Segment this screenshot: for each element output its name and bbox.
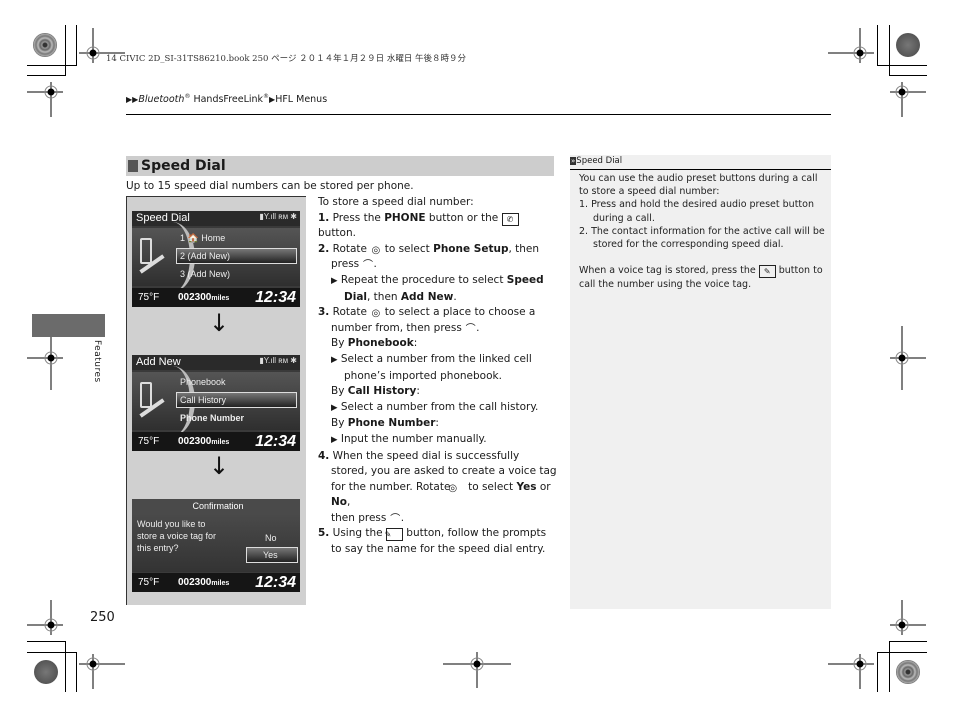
section-intro: Up to 15 speed dial numbers can be store…	[126, 180, 414, 192]
screen-speed-dial: Speed Dial ▮Y.ıll ʀᴍ ✱ 1 🏠 Home 2 (Add N…	[132, 211, 300, 307]
option-no[interactable]: No	[265, 533, 277, 543]
figure-panel: Speed Dial ▮Y.ıll ʀᴍ ✱ 1 🏠 Home 2 (Add N…	[126, 196, 306, 605]
note-paragraph: You can use the audio preset buttons dur…	[579, 173, 818, 198]
speed-dial-row[interactable]: 1 🏠 Home	[180, 233, 225, 244]
by-phone-number: By Phone Number:	[331, 417, 439, 430]
odometer: 002300miles	[178, 436, 230, 447]
menu-item-call-history[interactable]: Call History	[180, 395, 226, 405]
speed-dial-row[interactable]: 3 (Add New)	[180, 269, 230, 279]
talk-button-icon: ✎	[758, 265, 776, 279]
note-title: »Speed Dial	[570, 156, 623, 166]
interface-dial-icon: ◎	[371, 308, 381, 320]
screen-title: Confirmation	[132, 499, 300, 514]
note-list-item: 1. Press and hold the desired audio pres…	[579, 199, 814, 224]
step-2-sub: ▶ Repeat the procedure to select Speed D…	[331, 273, 544, 303]
down-arrow-icon: ↓	[209, 452, 230, 480]
clock: 12:34	[255, 433, 296, 450]
cell-phone-icon	[140, 382, 152, 408]
screen-footer: 75°F 002300miles 12:34	[132, 573, 300, 592]
temperature: 75°F	[138, 577, 160, 588]
note-list-item: 2. The contact information for the activ…	[579, 225, 825, 251]
step-3: 3. Rotate ◎ to select a place to choose …	[318, 306, 536, 320]
note-body: You can use the audio preset buttons dur…	[579, 172, 827, 291]
breadcrumb-bluetooth[interactable]: Bluetooth	[138, 94, 184, 105]
confirmation-question: Would you like to store a voice tag for …	[137, 519, 217, 553]
step-2: 2. Rotate ◎ to select Phone Setup, then	[318, 242, 540, 256]
menu-item-phone-number[interactable]: Phone Number	[180, 413, 244, 423]
breadcrumb-handsfreelink[interactable]: HandsFreeLink	[190, 94, 263, 105]
breadcrumb-arrow-icon: ▶▶	[126, 95, 139, 105]
screen-footer: 75°F 002300miles 12:34	[132, 288, 300, 307]
press-dial-icon: ⌒	[363, 260, 373, 272]
by-phonebook: By Phonebook:	[331, 337, 418, 350]
steps-lead: To store a speed dial number:	[318, 196, 474, 208]
down-arrow-icon: ↓	[209, 309, 230, 337]
press-dial-icon: ⌒	[390, 513, 401, 525]
talk-button-icon: ✎	[385, 528, 403, 542]
side-tab-label: Features	[92, 340, 102, 383]
temperature: 75°F	[138, 292, 160, 303]
option-yes[interactable]: Yes	[263, 550, 278, 560]
page-number: 250	[90, 610, 115, 625]
press-dial-icon: ⌒	[465, 323, 476, 335]
interface-dial-icon: ◎	[448, 482, 458, 494]
section-square-icon	[128, 160, 138, 172]
step-5: 5. Using the ✎ button, follow the prompt…	[318, 527, 547, 556]
screen-add-new: Add New ▮Y.ıll ʀᴍ ✱ Phonebook Call Histo…	[132, 355, 300, 451]
status-icons: ▮Y.ıll ʀᴍ ✱	[259, 356, 297, 365]
speed-dial-row[interactable]: 2 (Add New)	[180, 251, 230, 261]
section-title: Speed Dial	[141, 158, 226, 174]
interface-dial-icon: ◎	[371, 244, 381, 256]
clock: 12:34	[255, 289, 296, 306]
step-4: 4. When the speed dial is successfully s…	[318, 449, 557, 509]
status-icons: ▮Y.ıll ʀᴍ ✱	[259, 212, 297, 221]
phone-button-icon: ✆	[501, 212, 519, 226]
procedure-steps: To store a speed dial number: 1. Press t…	[318, 195, 558, 558]
header-rule	[126, 114, 831, 115]
step-1: 1. Press the PHONE button or the ✆ butto…	[318, 211, 558, 242]
cell-phone-icon	[140, 238, 152, 264]
menu-item-phonebook[interactable]: Phonebook	[180, 377, 226, 387]
side-tab	[32, 314, 105, 337]
print-info: 14 CIVIC 2D_SI-31TS86210.book 250 ページ ２０…	[106, 54, 467, 64]
by-call-history: By Call History:	[331, 385, 420, 398]
odometer: 002300miles	[178, 292, 230, 303]
odometer: 002300miles	[178, 577, 230, 588]
screen-footer: 75°F 002300miles 12:34	[132, 432, 300, 451]
note-paragraph: When a voice tag is stored, press the ✎ …	[579, 265, 823, 291]
clock: 12:34	[255, 574, 296, 591]
breadcrumb: ▶▶Bluetooth® HandsFreeLink®▶HFL Menus	[126, 93, 327, 105]
screen-confirmation: Confirmation Would you like to store a v…	[132, 499, 300, 592]
temperature: 75°F	[138, 436, 160, 447]
note-rule	[570, 169, 831, 170]
breadcrumb-hfl-menus[interactable]: HFL Menus	[275, 94, 327, 105]
